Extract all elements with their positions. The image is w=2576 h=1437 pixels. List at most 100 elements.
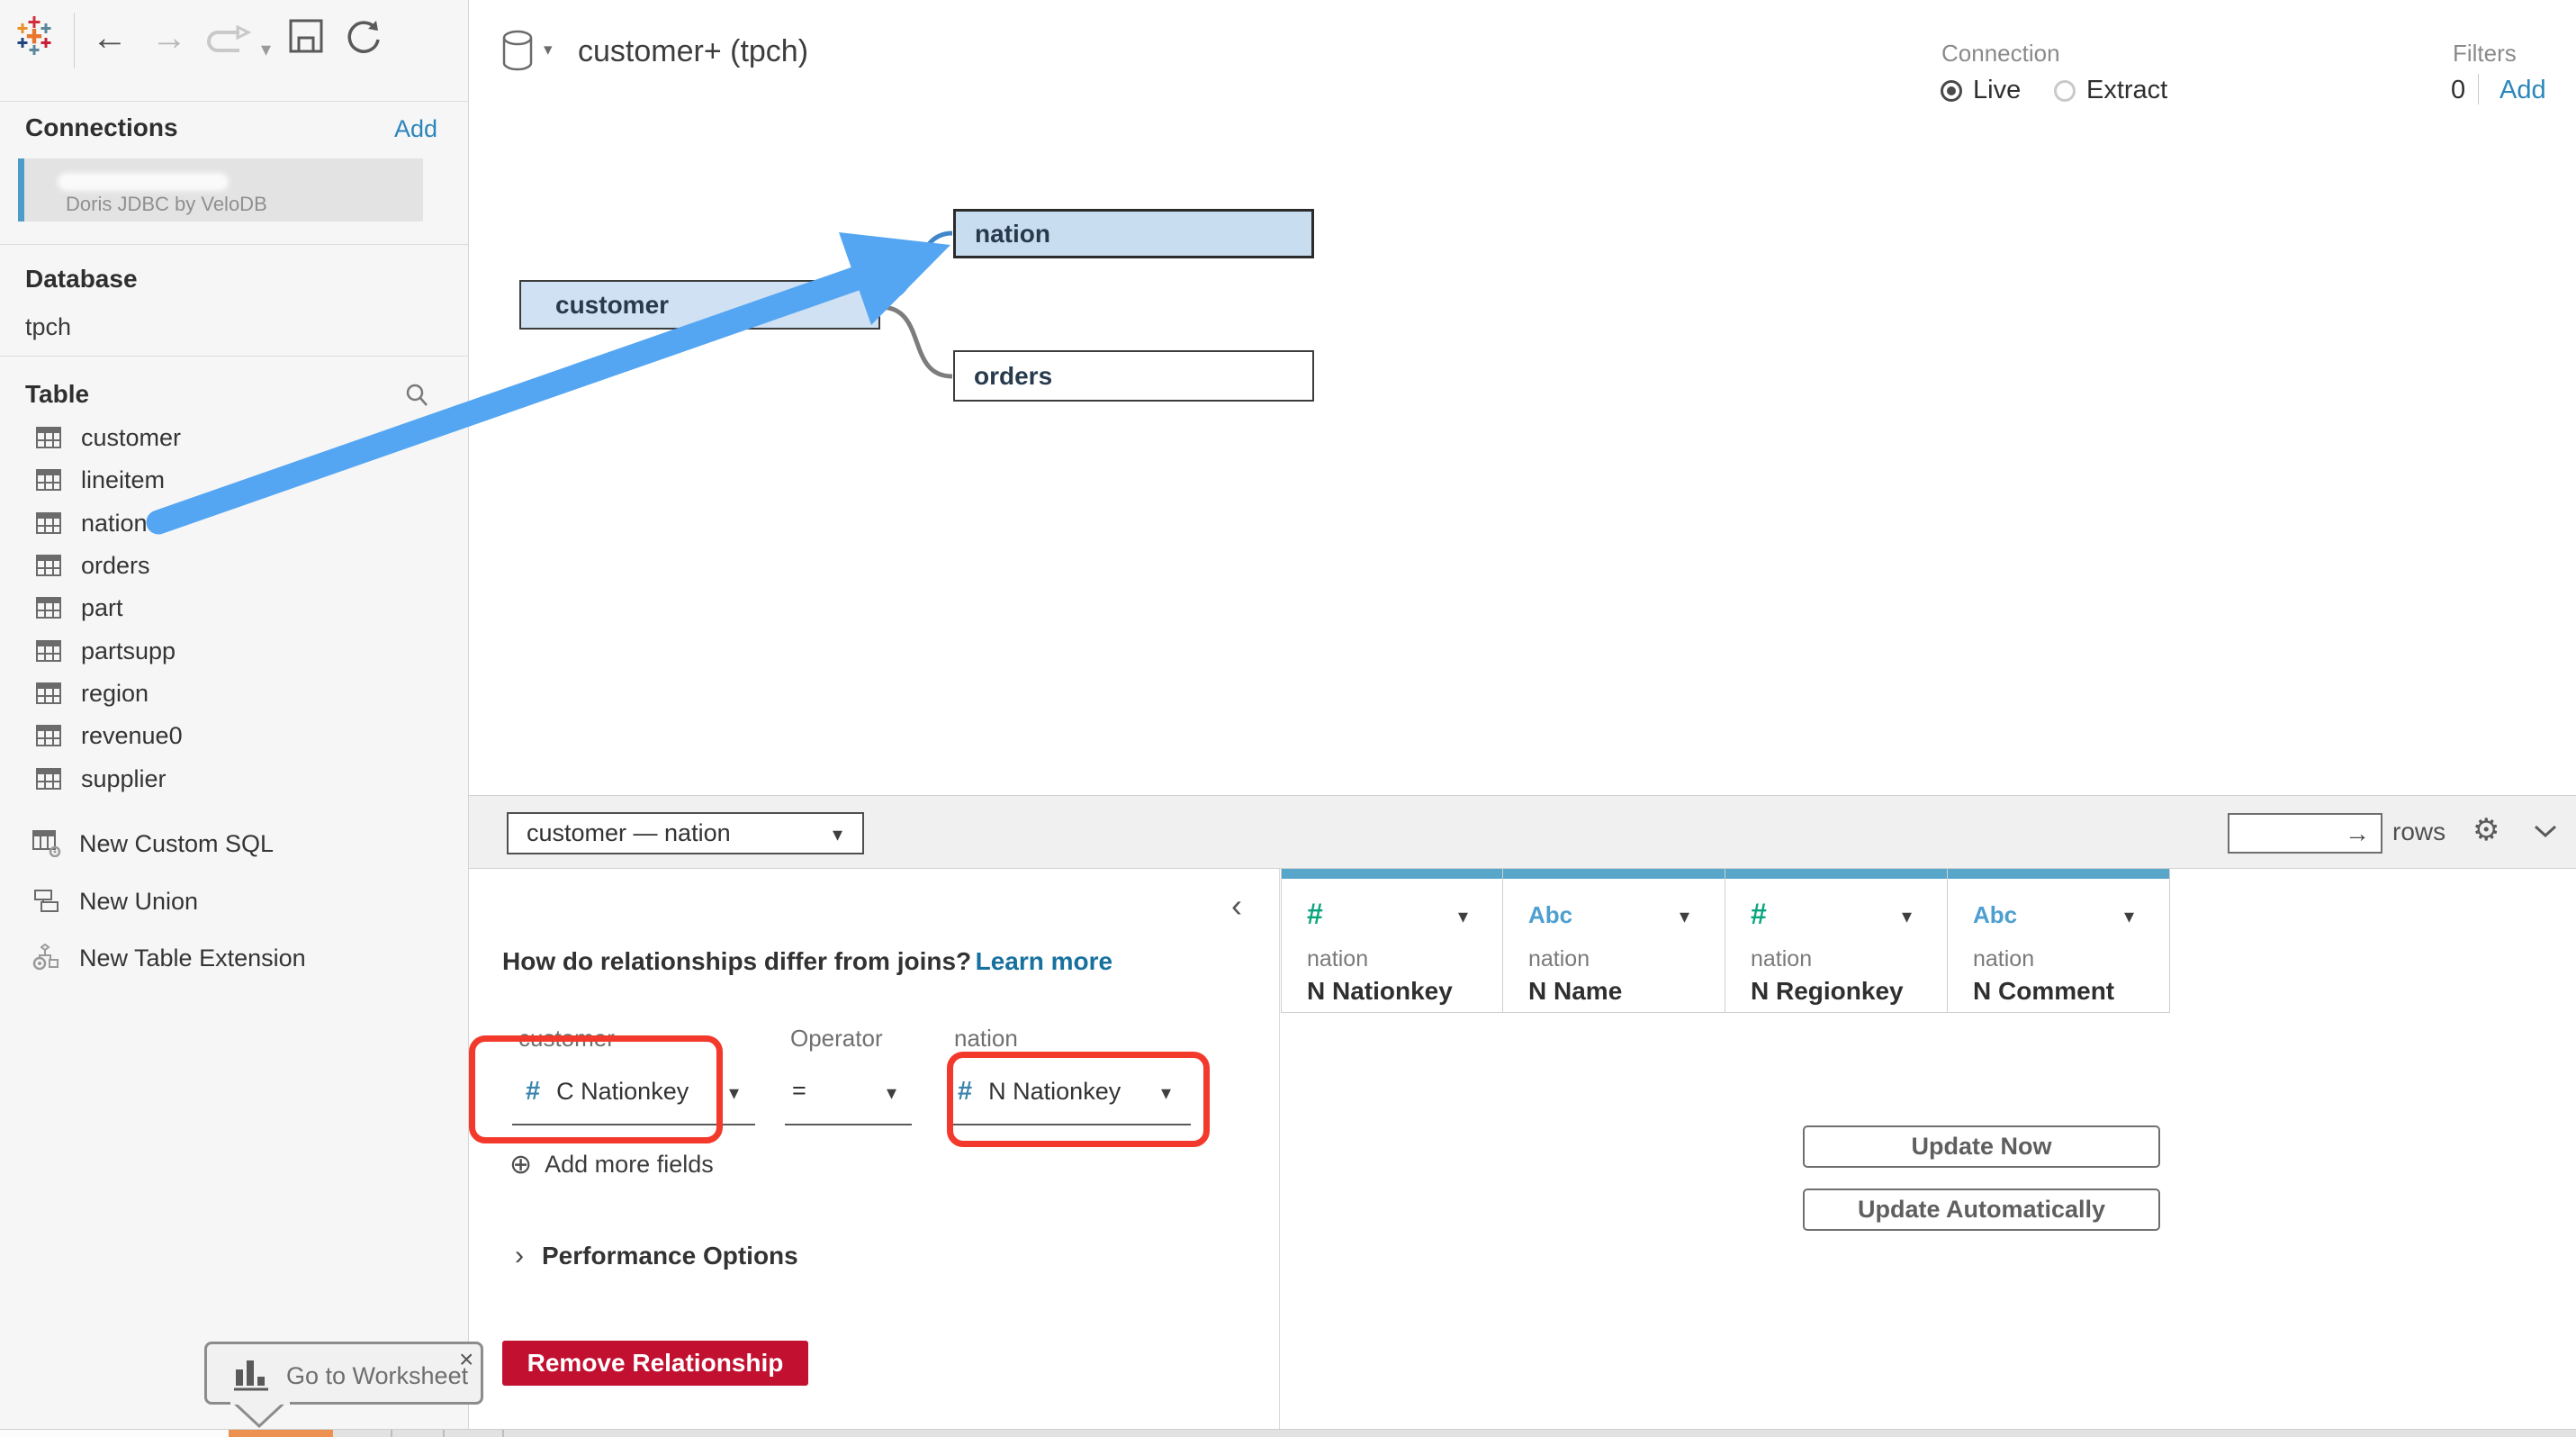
remove-relationship-button[interactable]: Remove Relationship xyxy=(502,1341,808,1386)
field-underline xyxy=(785,1124,912,1125)
right-field-dropdown[interactable]: # N Nationkey xyxy=(958,1077,1121,1107)
noodle-customer-orders[interactable] xyxy=(880,307,952,376)
sidebar-item-partsupp[interactable]: partsupp xyxy=(36,633,459,669)
connection-extract-option[interactable]: Extract xyxy=(2054,76,2167,105)
caret-down-icon[interactable]: ▾ xyxy=(887,1081,896,1105)
gear-icon[interactable]: ⚙ xyxy=(2472,812,2499,848)
section-divider xyxy=(0,356,469,357)
remove-relationship-label: Remove Relationship xyxy=(527,1349,784,1378)
sidebar-item-orders[interactable]: orders xyxy=(36,547,459,583)
table-grid-icon xyxy=(36,768,61,790)
performance-options-toggle[interactable]: › Performance Options xyxy=(515,1241,798,1271)
close-icon[interactable]: × xyxy=(459,1351,473,1369)
connections-add-button[interactable]: Add xyxy=(394,115,437,143)
connection-live-option[interactable]: Live xyxy=(1941,76,2021,105)
canvas-table-label: nation xyxy=(975,220,1050,249)
grid-column-n-nationkey[interactable]: # ▾ nation N Nationkey xyxy=(1281,869,1503,1013)
learn-more-link[interactable]: Learn more xyxy=(976,947,1113,975)
strip-segment xyxy=(0,1430,229,1437)
radio-selected-icon[interactable] xyxy=(1941,80,1962,102)
canvas-table-nation[interactable]: nation xyxy=(953,209,1314,258)
connection-item[interactable]: Doris JDBC by VeloDB xyxy=(18,158,423,221)
bottom-tab-strip xyxy=(0,1429,2576,1437)
go-to-worksheet-tooltip[interactable]: Go to Worksheet × xyxy=(204,1342,483,1405)
canvas-table-orders[interactable]: orders xyxy=(953,350,1314,402)
column-table: nation xyxy=(1751,946,1812,972)
sidebar-item-part[interactable]: part xyxy=(36,590,459,626)
field-underline xyxy=(512,1124,755,1125)
sidebar-item-customer[interactable]: customer xyxy=(36,420,459,456)
column-selected-strip xyxy=(1503,869,1725,879)
radio-unselected-icon[interactable] xyxy=(2054,80,2076,102)
tooltip-label: Go to Worksheet xyxy=(286,1362,468,1390)
chevron-right-icon: › xyxy=(515,1241,524,1271)
sidebar-item-revenue0[interactable]: revenue0 xyxy=(36,718,459,754)
table-item-label: supplier xyxy=(81,765,167,793)
chevron-down-icon[interactable] xyxy=(2532,823,2559,839)
operator-label: Operator xyxy=(790,1025,883,1053)
new-union-button[interactable]: New Union xyxy=(32,881,455,921)
filters-add-button[interactable]: Add xyxy=(2499,76,2546,105)
canvas-table-customer[interactable]: customer xyxy=(519,280,880,330)
redo-flow-icon[interactable] xyxy=(203,23,256,59)
caret-down-icon[interactable]: ▾ xyxy=(1680,905,1689,928)
relationship-selector[interactable]: customer — nation ▾ xyxy=(507,812,864,854)
back-icon[interactable]: ← xyxy=(92,18,128,59)
sidebar: ← → ▾ Connections Add Doris JDBC by Velo… xyxy=(0,0,469,1437)
rows-limit-input[interactable]: → xyxy=(2228,813,2382,854)
sidebar-item-region[interactable]: region xyxy=(36,675,459,711)
arrow-right-icon[interactable]: → xyxy=(2345,819,2370,848)
tooltip-pointer xyxy=(225,1401,297,1430)
action-label: New Custom SQL xyxy=(79,830,274,858)
connection-active-bar xyxy=(18,158,24,221)
table-item-label: part xyxy=(81,594,123,622)
column-selected-strip xyxy=(1948,869,2169,879)
update-now-button[interactable]: Update Now xyxy=(1803,1125,2160,1168)
table-grid-icon xyxy=(36,640,61,662)
caret-down-icon[interactable]: ▾ xyxy=(1161,1081,1171,1105)
caret-down-icon[interactable]: ▾ xyxy=(2124,905,2134,928)
field-string-icon: Abc xyxy=(1973,901,2017,929)
field-number-icon: # xyxy=(958,1077,972,1107)
save-icon[interactable] xyxy=(288,18,324,54)
relationships-question: How do relationships differ from joins? xyxy=(502,947,971,975)
caret-down-icon[interactable]: ▾ xyxy=(1902,905,1912,928)
database-value[interactable]: tpch xyxy=(25,313,71,341)
active-sheet-tab-indicator[interactable] xyxy=(229,1430,333,1437)
refresh-icon[interactable] xyxy=(346,18,383,56)
new-custom-sql-button[interactable]: New Custom SQL xyxy=(32,824,455,863)
left-field-dropdown[interactable]: # C Nationkey xyxy=(526,1077,689,1107)
section-divider xyxy=(0,244,469,245)
filters-count: 0 xyxy=(2451,76,2465,105)
grid-column-n-name[interactable]: Abc ▾ nation N Name xyxy=(1503,869,1725,1013)
live-label: Live xyxy=(1973,76,2021,105)
relationship-bar: customer — nation ▾ → rows ⚙ xyxy=(469,795,2576,869)
relationship-selector-value: customer — nation xyxy=(527,819,731,847)
caret-down-icon[interactable]: ▾ xyxy=(1458,905,1468,928)
plus-circle-icon: ⊕ xyxy=(509,1149,532,1180)
forward-icon[interactable]: → xyxy=(151,18,187,59)
redo-caret-icon[interactable]: ▾ xyxy=(261,38,271,61)
operator-dropdown[interactable]: = xyxy=(792,1077,806,1105)
collapse-chevron-icon[interactable]: ‹ xyxy=(1231,887,1242,925)
search-icon[interactable] xyxy=(403,382,430,409)
grid-column-n-regionkey[interactable]: # ▾ nation N Regionkey xyxy=(1725,869,1948,1013)
add-more-fields-button[interactable]: ⊕ Add more fields xyxy=(509,1149,714,1180)
noodle-customer-nation[interactable] xyxy=(880,233,952,300)
action-label: New Union xyxy=(79,888,198,916)
update-automatically-button[interactable]: Update Automatically xyxy=(1803,1188,2160,1231)
sidebar-item-nation[interactable]: nation xyxy=(36,505,459,541)
sidebar-item-supplier[interactable]: supplier xyxy=(36,761,459,797)
new-table-extension-button[interactable]: New Table Extension xyxy=(32,938,455,978)
datasource-cylinder-icon[interactable] xyxy=(500,29,540,74)
operator-value: = xyxy=(792,1077,806,1105)
canvas-table-label: orders xyxy=(974,362,1052,391)
caret-down-icon[interactable]: ▾ xyxy=(729,1081,739,1105)
grid-column-n-comment[interactable]: Abc ▾ nation N Comment xyxy=(1948,869,2170,1013)
table-grid-icon xyxy=(36,469,61,491)
sidebar-item-lineitem[interactable]: lineitem xyxy=(36,462,459,498)
table-grid-icon xyxy=(36,725,61,746)
datasource-caret-icon[interactable]: ▾ xyxy=(544,40,553,60)
column-table: nation xyxy=(1528,946,1590,972)
left-table-label: customer xyxy=(518,1025,615,1053)
